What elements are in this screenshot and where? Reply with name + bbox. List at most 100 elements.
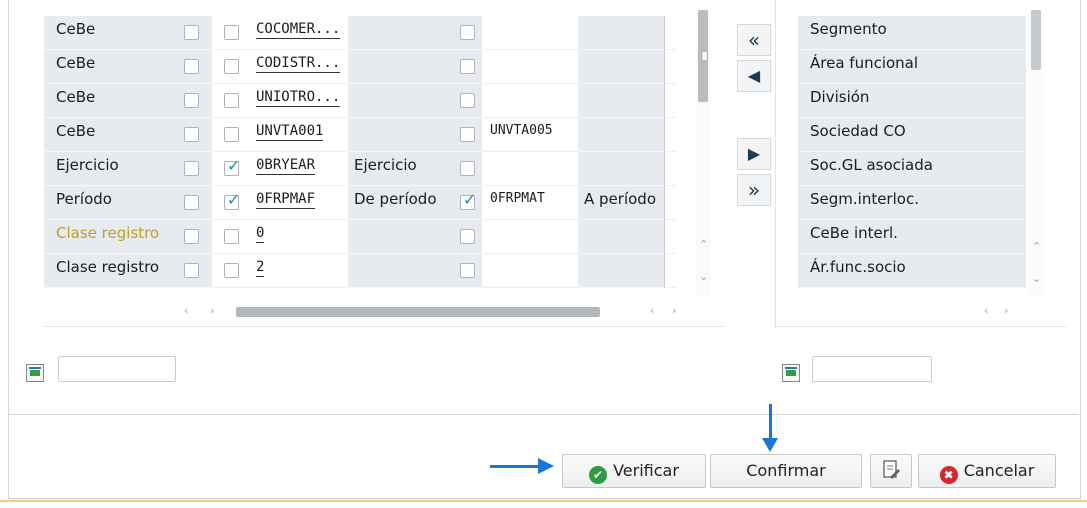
grid-vertical-scrollbar[interactable]: ▪ ▪ ⌃ ⌄: [696, 10, 710, 296]
arrow-head-icon: [762, 438, 778, 452]
list-vertical-scrollbar[interactable]: ⌃ ⌄: [1029, 10, 1043, 296]
list-scroll-thumb[interactable]: [1031, 10, 1041, 70]
checkbox[interactable]: [460, 25, 475, 40]
annotation-arrow: [769, 404, 772, 440]
scroll-down-icon[interactable]: ⌄: [1032, 272, 1041, 285]
infoobject-field[interactable]: CODISTR...: [252, 50, 348, 84]
list-item[interactable]: Segm.interloc.: [776, 186, 1026, 220]
to-field[interactable]: [482, 84, 578, 118]
checkbox[interactable]: [184, 25, 199, 40]
infoobject-field[interactable]: UNIOTRO...: [252, 84, 348, 118]
list-item[interactable]: Soc.GL asociada: [776, 152, 1026, 186]
grid-row: CeBe CODISTR...: [44, 50, 696, 84]
grid-horizontal-scrollbar[interactable]: ‹ › ‹ ›: [44, 298, 724, 327]
row-gutter: [776, 186, 798, 220]
move-all-left-button[interactable]: «: [737, 24, 771, 56]
checkbox[interactable]: [224, 127, 239, 142]
list-item[interactable]: Segmento: [776, 16, 1026, 50]
scroll-down-icon[interactable]: ⌄: [699, 270, 708, 283]
cell-edge: [664, 84, 676, 118]
checkbox[interactable]: [224, 263, 239, 278]
checkbox[interactable]: [460, 59, 475, 74]
grid-row: Ejercicio ✓ 0BRYEAR Ejercicio: [44, 152, 696, 186]
scroll-right-icon[interactable]: ›: [1004, 304, 1008, 317]
checkbox[interactable]: [184, 229, 199, 244]
infoobject-field[interactable]: COCOMER...: [252, 16, 348, 50]
checked-checkbox[interactable]: ✓: [224, 192, 240, 210]
grid-scroll-thumb[interactable]: ▪ ▪: [698, 10, 708, 102]
document-edit-button[interactable]: [870, 454, 912, 488]
checked-checkbox[interactable]: ✓: [224, 158, 240, 176]
checkbox[interactable]: [224, 229, 239, 244]
scroll-left-icon[interactable]: ‹: [984, 304, 988, 317]
list-item[interactable]: CeBe interl.: [776, 220, 1026, 254]
infoobject-field[interactable]: 2: [252, 254, 348, 288]
verify-button[interactable]: ✔ Verificar: [562, 454, 706, 488]
checkbox[interactable]: [184, 161, 199, 176]
move-all-right-button[interactable]: »: [737, 174, 771, 206]
checkbox-cell: [452, 84, 482, 118]
to-field[interactable]: 0FRPMAT: [482, 186, 578, 220]
grid-row: CeBe UNVTA001 UNVTA005: [44, 118, 696, 152]
checkbox[interactable]: [184, 263, 199, 278]
checkbox[interactable]: [224, 93, 239, 108]
confirm-button[interactable]: Confirmar: [710, 454, 862, 488]
infoobject-field[interactable]: 0BRYEAR: [252, 152, 348, 186]
grid-hscroll-thumb[interactable]: [236, 307, 600, 317]
left-filter-input[interactable]: [58, 356, 176, 382]
to-text: [578, 254, 664, 288]
infoobject-field[interactable]: 0FRPMAF: [252, 186, 348, 220]
to-field[interactable]: [482, 152, 578, 186]
arrow-head-icon: [538, 458, 554, 474]
list-item[interactable]: Área funcional: [776, 50, 1026, 84]
checkbox-cell: [172, 254, 212, 288]
annotation-arrow: [490, 465, 540, 468]
scroll-left-icon[interactable]: ‹: [184, 304, 188, 317]
scroll-left-icon[interactable]: ‹: [650, 304, 654, 317]
to-field[interactable]: [482, 254, 578, 288]
scroll-right-icon[interactable]: ›: [210, 304, 214, 317]
to-field[interactable]: [482, 50, 578, 84]
x-circle-icon: ✖: [939, 466, 958, 484]
checkbox[interactable]: [460, 93, 475, 108]
cell-edge: [664, 186, 676, 220]
cell-edge: [664, 16, 676, 50]
checkbox[interactable]: [460, 263, 475, 278]
checkbox[interactable]: [460, 127, 475, 142]
to-text: [578, 152, 664, 186]
checkbox[interactable]: [460, 229, 475, 244]
from-text: [348, 84, 452, 118]
right-filter-input[interactable]: [812, 356, 932, 382]
filter-icon[interactable]: [26, 364, 44, 382]
checkbox[interactable]: [460, 161, 475, 176]
to-field[interactable]: [482, 16, 578, 50]
list-item[interactable]: Sociedad CO: [776, 118, 1026, 152]
checkbox-cell: [172, 84, 212, 118]
move-right-button[interactable]: ▶: [737, 138, 771, 170]
to-field[interactable]: [482, 220, 578, 254]
infoobject-field[interactable]: UNVTA001: [252, 118, 348, 152]
row-name: Período: [44, 186, 172, 220]
checkbox-cell: [172, 16, 212, 50]
to-field[interactable]: UNVTA005: [482, 118, 578, 152]
scroll-right-icon[interactable]: ›: [672, 304, 676, 317]
checkbox[interactable]: [184, 93, 199, 108]
cancel-button[interactable]: ✖ Cancelar: [918, 454, 1056, 488]
infoobject-field[interactable]: 0: [252, 220, 348, 254]
checkbox[interactable]: [224, 59, 239, 74]
checkbox-cell: [212, 254, 252, 288]
checked-checkbox[interactable]: ✓: [460, 190, 477, 210]
checkmark-icon: ✓: [463, 190, 477, 209]
filter-icon[interactable]: [782, 364, 800, 382]
checkbox[interactable]: [224, 25, 239, 40]
list-item[interactable]: División: [776, 84, 1026, 118]
checkbox[interactable]: [184, 127, 199, 142]
scroll-up-icon[interactable]: ⌃: [1032, 240, 1041, 253]
checkbox[interactable]: [184, 59, 199, 74]
list-horizontal-scrollbar[interactable]: ‹ ›: [776, 298, 1066, 327]
checkbox[interactable]: [184, 195, 199, 210]
move-left-button[interactable]: ◀: [737, 60, 771, 92]
scroll-up-icon[interactable]: ⌃: [699, 238, 708, 251]
checkbox-cell: ✓: [212, 186, 252, 220]
list-item[interactable]: Ár.func.socio: [776, 254, 1026, 288]
